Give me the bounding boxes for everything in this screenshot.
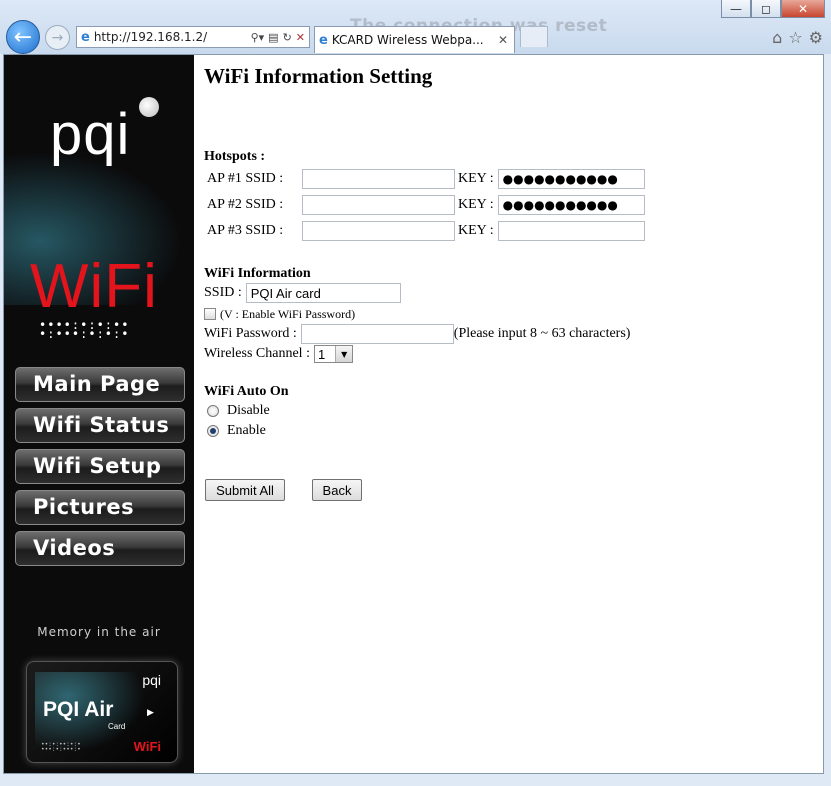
- wifi-info-heading: WiFi Information: [204, 266, 311, 281]
- auto-on-disable-radio[interactable]: [207, 405, 219, 417]
- card-wifi: WiFi: [133, 739, 161, 754]
- ssid-input[interactable]: [245, 283, 401, 303]
- forward-arrow-icon[interactable]: →: [45, 25, 70, 50]
- ap2-key-input[interactable]: [497, 195, 645, 215]
- tab-title: KCARD Wireless Webpa...: [331, 33, 484, 47]
- address-bar[interactable]: e http://192.168.1.2/ ⚲▾ ▤ ↻ ✕: [76, 26, 310, 48]
- compat-view-icon[interactable]: ▤: [268, 31, 278, 44]
- status-bar: [0, 774, 831, 786]
- auto-on-disable-label: Disable: [227, 403, 270, 418]
- chevron-down-icon: ▼: [335, 346, 353, 362]
- ie-logo-icon: e: [319, 32, 328, 48]
- browser-tab[interactable]: e KCARD Wireless Webpa... ✕: [314, 26, 515, 53]
- pqi-air-card-image: pqi PQI Air Card ▶ ••:•:••:•:• •••:•:•••:…: [26, 661, 178, 763]
- braille-dots-decoration: ••••:•:•:•• •:•••:•:•:•: [39, 318, 130, 341]
- ap2-ssid-input[interactable]: [302, 195, 455, 215]
- menu-wifi-status-button[interactable]: Wifi Status: [15, 408, 185, 443]
- refresh-icon[interactable]: ↻: [283, 31, 292, 44]
- channel-value: 1: [317, 346, 326, 362]
- channel-row: Wireless Channel : 1 ▼: [204, 343, 354, 365]
- address-text[interactable]: http://192.168.1.2/: [94, 30, 251, 44]
- auto-on-disable-row: Disable: [204, 400, 270, 422]
- back-button[interactable]: Back: [312, 479, 362, 501]
- hotspot-row-1: AP #1 SSID : KEY :: [204, 168, 645, 190]
- sidebar-menu: Main Page Wifi Status Wifi Setup Picture…: [15, 367, 185, 572]
- stop-icon[interactable]: ✕: [296, 31, 305, 44]
- card-dots-decoration: ••:•:••:•:• •••:•:•••:•: [41, 741, 81, 753]
- window-controls: — ◻ ✕: [721, 0, 825, 18]
- auto-on-enable-radio[interactable]: [207, 425, 219, 437]
- channel-select[interactable]: 1 ▼: [313, 345, 354, 363]
- ap2-key-label: KEY :: [458, 197, 494, 212]
- enable-password-row: (V : Enable WiFi Password): [204, 305, 355, 323]
- password-label: WiFi Password :: [204, 326, 297, 341]
- maximize-icon[interactable]: ◻: [751, 0, 781, 18]
- ap1-ssid-input[interactable]: [302, 169, 455, 189]
- main-content: WiFi Information Setting Hotspots : AP #…: [204, 55, 823, 773]
- close-icon[interactable]: ✕: [781, 0, 825, 18]
- ap1-ssid-label: AP #1 SSID :: [207, 171, 284, 186]
- wifi-logo: WiFi: [30, 252, 158, 321]
- ie-logo-icon: e: [81, 29, 90, 45]
- back-arrow-icon[interactable]: ←: [6, 20, 40, 54]
- submit-all-button[interactable]: Submit All: [205, 479, 285, 501]
- ap1-key-label: KEY :: [458, 171, 494, 186]
- sidebar: pqi WiFi ••••:•:•:•• •:•••:•:•:• Main Pag…: [4, 55, 194, 773]
- card-sub: Card: [108, 722, 126, 731]
- tagline: Memory in the air: [37, 625, 161, 639]
- menu-wifi-setup-button[interactable]: Wifi Setup: [15, 449, 185, 484]
- card-name: PQI Air: [43, 698, 114, 721]
- ap3-ssid-input[interactable]: [302, 221, 455, 241]
- favorites-star-icon[interactable]: ☆: [788, 28, 802, 47]
- ap1-key-input[interactable]: [497, 169, 645, 189]
- auto-on-enable-label: Enable: [227, 423, 266, 438]
- card-arrow-icon: ▶: [147, 708, 154, 718]
- pqi-logo: pqi: [50, 102, 131, 167]
- auto-on-enable-row: Enable: [204, 420, 266, 442]
- new-tab-button[interactable]: [520, 26, 548, 47]
- menu-videos-button[interactable]: Videos: [15, 531, 185, 566]
- auto-on-heading: WiFi Auto On: [204, 384, 289, 399]
- home-icon[interactable]: ⌂: [772, 28, 782, 47]
- password-input[interactable]: [300, 324, 454, 344]
- browser-toolbar-right: ⌂ ☆ ⚙: [772, 28, 823, 47]
- hotspot-row-3: AP #3 SSID : KEY :: [204, 220, 645, 242]
- channel-label: Wireless Channel :: [204, 346, 310, 361]
- password-row: WiFi Password : (Please input 8 ~ 63 cha…: [204, 323, 630, 345]
- page-title: WiFi Information Setting: [204, 64, 433, 88]
- ap2-ssid-label: AP #2 SSID :: [207, 197, 284, 212]
- search-icon[interactable]: ⚲▾: [251, 31, 265, 44]
- menu-pictures-button[interactable]: Pictures: [15, 490, 185, 525]
- menu-main-page-button[interactable]: Main Page: [15, 367, 185, 402]
- password-hint: (Please input 8 ~ 63 characters): [453, 326, 631, 341]
- browser-chrome: The connection was reset — ◻ ✕ ← → e htt…: [0, 0, 831, 54]
- ap3-ssid-label: AP #3 SSID :: [207, 223, 284, 238]
- minimize-icon[interactable]: —: [721, 0, 751, 18]
- ssid-row: SSID :: [204, 282, 401, 304]
- hotspot-row-2: AP #2 SSID : KEY :: [204, 194, 645, 216]
- tab-close-icon[interactable]: ✕: [498, 33, 508, 47]
- enable-password-label: (V : Enable WiFi Password): [220, 306, 356, 321]
- ssid-label: SSID :: [204, 285, 242, 300]
- page-viewport: pqi WiFi ••••:•:•:•• •:•••:•:•:• Main Pag…: [3, 54, 824, 774]
- pqi-logo-dot: [139, 97, 159, 117]
- card-brand: pqi: [142, 672, 161, 688]
- tools-gear-icon[interactable]: ⚙: [809, 28, 823, 47]
- enable-password-checkbox[interactable]: [204, 308, 216, 320]
- hotspots-heading: Hotspots :: [204, 149, 266, 164]
- ap3-key-input[interactable]: [497, 221, 645, 241]
- ap3-key-label: KEY :: [458, 223, 494, 238]
